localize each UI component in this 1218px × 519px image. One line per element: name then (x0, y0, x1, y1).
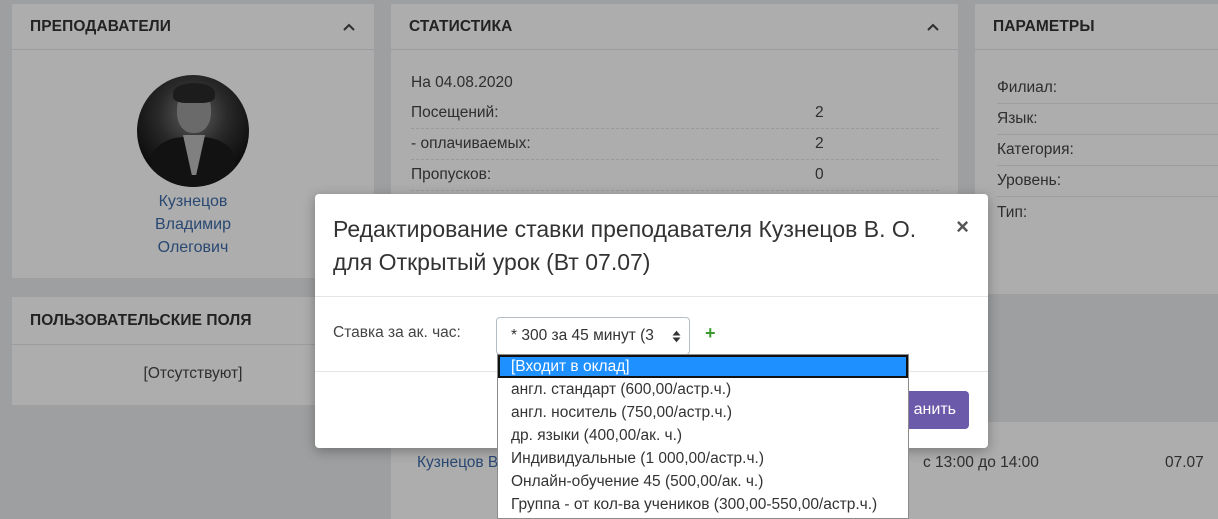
rate-select[interactable]: * 300 за 45 минут (3 (496, 317, 690, 355)
dropdown-option[interactable]: Индивидуальные (1 000,00/астр.ч.) (498, 447, 908, 470)
rate-select-dropdown: [Входит в оклад] англ. стандарт (600,00/… (497, 354, 909, 519)
modal-title: Редактирование ставки преподавателя Кузн… (333, 216, 917, 275)
select-arrows-icon (669, 330, 689, 343)
modal-header: Редактирование ставки преподавателя Кузн… (315, 194, 988, 297)
rate-field-label: Ставка за ак. час: (333, 324, 461, 341)
close-icon[interactable]: × (956, 216, 969, 238)
add-rate-icon[interactable]: + (705, 324, 716, 342)
dropdown-option[interactable]: англ. носитель (750,00/астр.ч.) (498, 401, 908, 424)
dropdown-option[interactable]: [Входит в оклад] (498, 355, 908, 378)
dropdown-option[interactable]: англ. стандарт (600,00/астр.ч.) (498, 378, 908, 401)
dropdown-option[interactable]: др. языки (400,00/ак. ч.) (498, 424, 908, 447)
dropdown-option[interactable]: Группа - от кол-ва учеников (300,00-550,… (498, 493, 908, 516)
rate-select-value: * 300 за 45 минут (3 (511, 327, 654, 344)
dropdown-option[interactable]: Онлайн-обучение 45 (500,00/ак. ч.) (498, 470, 908, 493)
